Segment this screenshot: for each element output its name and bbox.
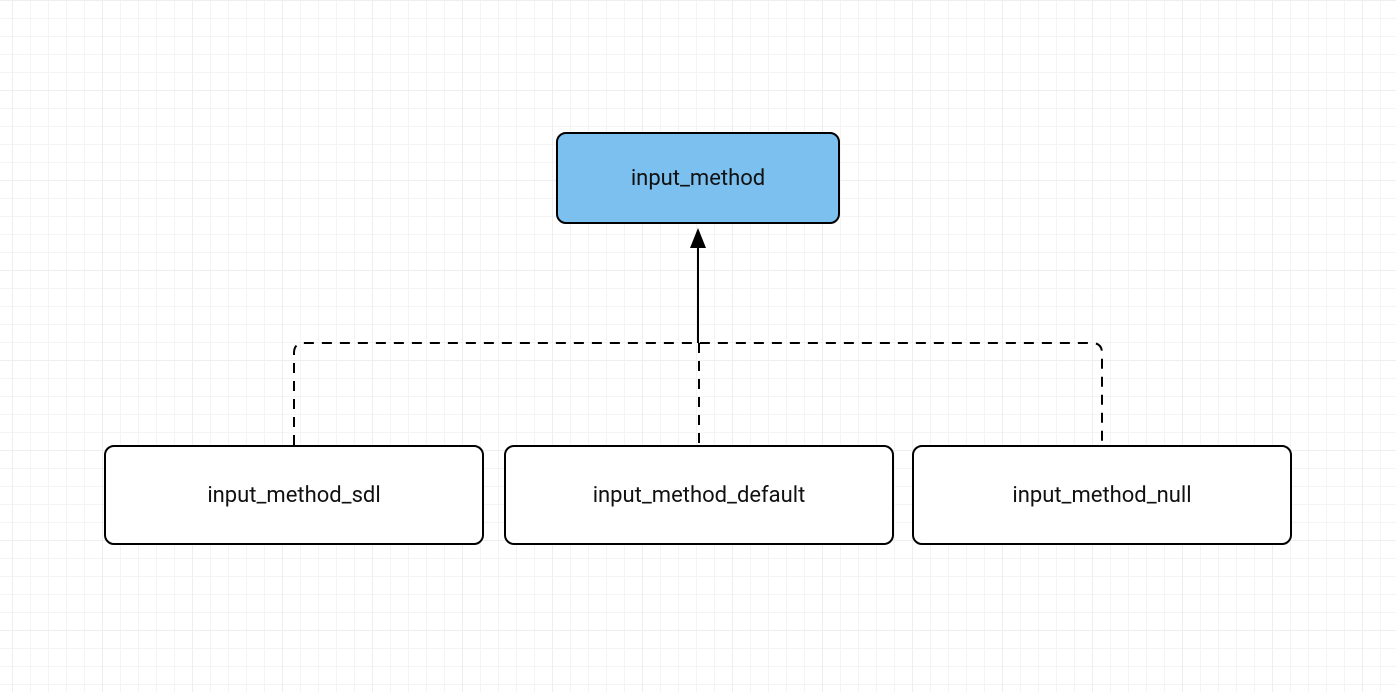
diagram-canvas: input_method input_method_sdl input_meth… bbox=[0, 0, 1396, 692]
node-label: input_method_default bbox=[593, 483, 806, 508]
node-label: input_method_sdl bbox=[207, 483, 380, 508]
node-input-method-null[interactable]: input_method_null bbox=[912, 445, 1292, 545]
node-input-method-default[interactable]: input_method_default bbox=[504, 445, 894, 545]
node-label: input_method bbox=[631, 166, 765, 191]
node-input-method-sdl[interactable]: input_method_sdl bbox=[104, 445, 484, 545]
node-input-method[interactable]: input_method bbox=[556, 132, 840, 224]
node-label: input_method_null bbox=[1012, 483, 1191, 508]
grid-background bbox=[0, 0, 1396, 692]
